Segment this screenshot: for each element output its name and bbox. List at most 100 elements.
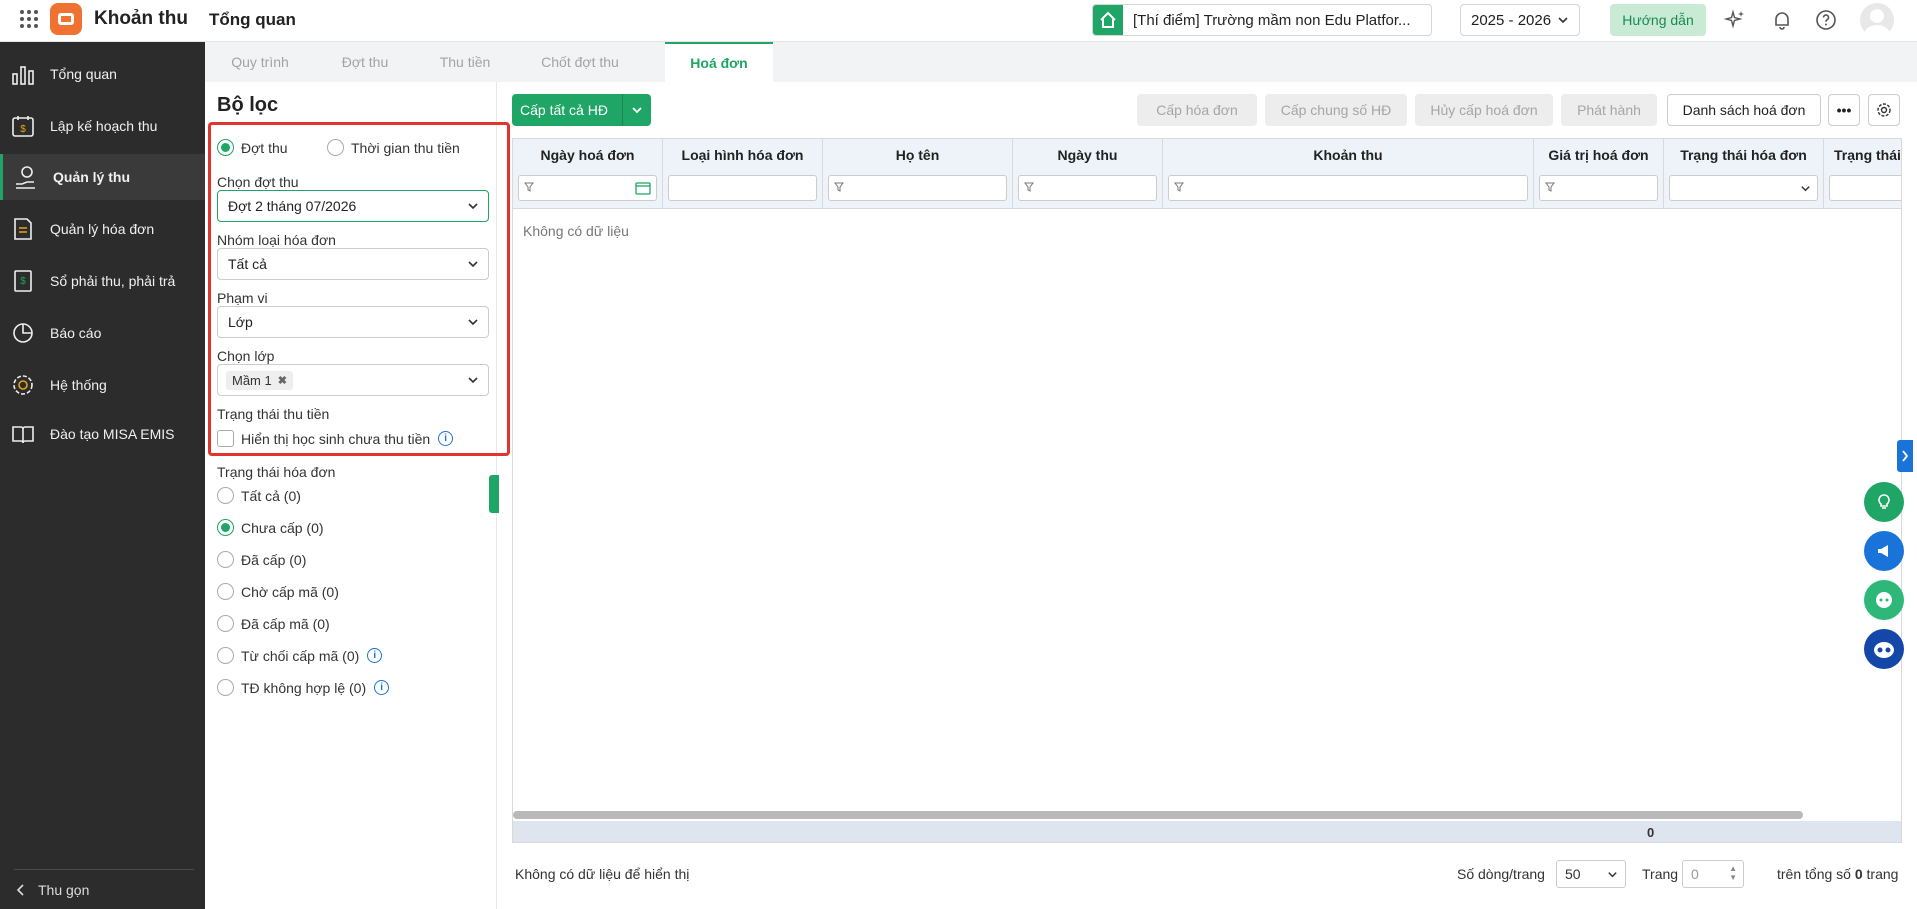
filter-input[interactable] xyxy=(1168,175,1528,201)
expand-panel-button[interactable] xyxy=(1897,440,1913,472)
status-td-khong-hop-le[interactable]: TĐ không hợp lệ (0) i xyxy=(217,679,390,696)
checkbox-box xyxy=(217,430,234,447)
filter-input[interactable] xyxy=(1829,175,1901,201)
hand-coin-icon xyxy=(13,164,39,190)
page-input[interactable]: 0 ▲ ▼ xyxy=(1682,860,1744,888)
filter-toggle-handle[interactable] xyxy=(489,475,499,513)
sidebar-item-label: Lập kế hoạch thu xyxy=(50,118,158,134)
show-unpaid-checkbox[interactable]: Hiển thị học sinh chưa thu tiền i xyxy=(217,430,454,447)
table-footer: Không có dữ liệu để hiển thị Số dòng/tra… xyxy=(512,854,1902,894)
status-filter-select[interactable] xyxy=(1669,175,1818,201)
tab-dot-thu[interactable]: Đợt thu xyxy=(315,42,415,82)
calendar-money-icon: $ xyxy=(10,113,36,139)
sidebar-item-he-thong[interactable]: Hệ thống xyxy=(0,362,205,408)
sidebar-item-tong-quan[interactable]: Tổng quan xyxy=(0,51,205,97)
sidebar-item-quan-ly-thu[interactable]: Quản lý thu xyxy=(0,154,205,200)
status-da-cap[interactable]: Đã cấp (0) xyxy=(217,551,306,568)
radio-on-icon xyxy=(217,139,234,156)
status-chua-cap[interactable]: Chưa cấp (0) xyxy=(217,519,324,536)
sidebar-item-bao-cao[interactable]: Báo cáo xyxy=(0,310,205,356)
cap-hoa-don-button[interactable]: Cấp hóa đơn xyxy=(1137,94,1257,126)
class-tag[interactable]: Mầm 1 ✖ xyxy=(226,370,293,390)
danh-sach-button[interactable]: Danh sách hoá đơn xyxy=(1667,94,1821,126)
col-ho-ten: Họ tên xyxy=(823,139,1013,209)
gear-icon xyxy=(10,372,36,398)
status-tu-choi[interactable]: Từ chối cấp mã (0) i xyxy=(217,647,383,664)
nhom-loai-select[interactable]: Tất cả xyxy=(217,248,489,280)
info-icon[interactable]: i xyxy=(438,431,454,446)
filter-input[interactable] xyxy=(1539,175,1658,201)
chevron-left-icon xyxy=(16,883,24,896)
info-icon[interactable]: i xyxy=(367,648,383,663)
col-khoan-thu: Khoản thu xyxy=(1163,139,1534,209)
filter-icon xyxy=(1174,182,1184,192)
cap-tat-ca-button[interactable]: Cấp tất cả HĐ xyxy=(512,94,651,126)
chevron-down-icon xyxy=(468,319,478,326)
tab-chot-dot-thu[interactable]: Chốt đợt thu xyxy=(515,42,645,82)
cap-chung-so-button[interactable]: Cấp chung số HĐ xyxy=(1265,94,1407,126)
guide-button[interactable]: Hướng dẫn xyxy=(1610,4,1706,36)
collapse-button[interactable]: Thu gọn xyxy=(14,869,194,909)
bar-chart-icon xyxy=(10,61,36,87)
sparkle-icon[interactable] xyxy=(1724,9,1746,31)
sidebar-item-so-phai-thu[interactable]: $ Sổ phải thu, phải trả xyxy=(0,258,205,304)
filter-input[interactable] xyxy=(1018,175,1157,201)
stepper-icon[interactable]: ▲ ▼ xyxy=(1729,864,1737,882)
school-selector[interactable]: [Thí điểm] Trường mầm non Edu Platfor... xyxy=(1092,4,1432,36)
total-value: 0 xyxy=(1647,825,1655,840)
chevron-down-icon xyxy=(468,203,478,210)
info-icon[interactable]: i xyxy=(374,680,390,695)
remove-tag-icon[interactable]: ✖ xyxy=(278,374,287,387)
chatbot-icon[interactable] xyxy=(1864,580,1904,620)
filter-input[interactable] xyxy=(518,175,657,201)
total-pages: 0 xyxy=(1854,866,1863,882)
settings-icon[interactable] xyxy=(1868,94,1900,126)
filter-icon xyxy=(1545,182,1555,192)
sidebar-item-dao-tao[interactable]: Đào tạo MISA EMIS xyxy=(0,411,205,457)
chon-lop-label: Chọn lớp xyxy=(217,348,275,364)
status-label: Chờ cấp mã (0) xyxy=(241,583,339,600)
tab-thu-tien[interactable]: Thu tiền xyxy=(415,42,515,82)
filter-input[interactable] xyxy=(668,175,817,201)
app-grid-icon[interactable] xyxy=(20,10,38,28)
more-icon[interactable]: ••• xyxy=(1828,94,1860,126)
pham-vi-label: Phạm vi xyxy=(217,290,268,306)
invoice-icon xyxy=(10,216,36,242)
lightbulb-icon[interactable] xyxy=(1864,482,1904,522)
phat-hanh-button[interactable]: Phát hành xyxy=(1561,94,1657,126)
radio-label: Thời gian thu tiền xyxy=(351,139,460,156)
tab-bar: Quy trình Đợt thu Thu tiền Chốt đợt thu … xyxy=(205,42,1917,82)
radio-label: Đợt thu xyxy=(241,139,288,156)
status-cho-cap-ma[interactable]: Chờ cấp mã (0) xyxy=(217,583,339,600)
tab-hoa-don[interactable]: Hoá đơn xyxy=(665,42,773,82)
status-da-cap-ma[interactable]: Đã cấp mã (0) xyxy=(217,615,330,632)
avatar[interactable] xyxy=(1860,3,1894,37)
rows-per-page-select[interactable]: 50 xyxy=(1556,860,1626,888)
assistant-avatar-icon[interactable] xyxy=(1864,629,1904,669)
filter-input[interactable] xyxy=(828,175,1007,201)
horizontal-scrollbar[interactable] xyxy=(513,811,1803,819)
megaphone-icon[interactable] xyxy=(1864,531,1904,571)
chevron-down-icon[interactable] xyxy=(623,104,651,116)
help-icon[interactable] xyxy=(1815,9,1837,31)
year-select[interactable]: 2025 - 2026 xyxy=(1460,4,1580,36)
tab-quy-trinh[interactable]: Quy trình xyxy=(205,42,315,82)
bell-icon[interactable] xyxy=(1771,9,1793,31)
filter-panel: Bộ lọc Đợt thu Thời gian thu tiền Chọn đ… xyxy=(205,82,510,909)
col-trang-thai-hoa-don: Trạng thái hóa đơn xyxy=(1664,139,1824,209)
radio-thoi-gian[interactable]: Thời gian thu tiền xyxy=(327,139,460,156)
huy-cap-button[interactable]: Hủy cấp hoá đơn xyxy=(1415,94,1553,126)
chon-lop-select[interactable]: Mầm 1 ✖ xyxy=(217,364,489,396)
total-pages-text: trên tổng số 0 trang xyxy=(1777,866,1898,882)
total-row: 0 xyxy=(513,821,1901,842)
sidebar-item-lap-ke-hoach[interactable]: $ Lập kế hoạch thu xyxy=(0,103,205,149)
cap-tat-ca-label: Cấp tất cả HĐ xyxy=(512,94,623,126)
calendar-icon[interactable] xyxy=(635,181,651,195)
sidebar-item-label: Đào tạo MISA EMIS xyxy=(50,426,175,442)
pham-vi-value: Lớp xyxy=(228,314,253,330)
pham-vi-select[interactable]: Lớp xyxy=(217,306,489,338)
chon-dot-thu-select[interactable]: Đợt 2 tháng 07/2026 xyxy=(217,190,489,222)
radio-dot-thu[interactable]: Đợt thu xyxy=(217,139,288,156)
sidebar-item-quan-ly-hoa-don[interactable]: Quản lý hóa đơn xyxy=(0,206,205,252)
status-tat-ca[interactable]: Tất cả (0) xyxy=(217,487,301,504)
